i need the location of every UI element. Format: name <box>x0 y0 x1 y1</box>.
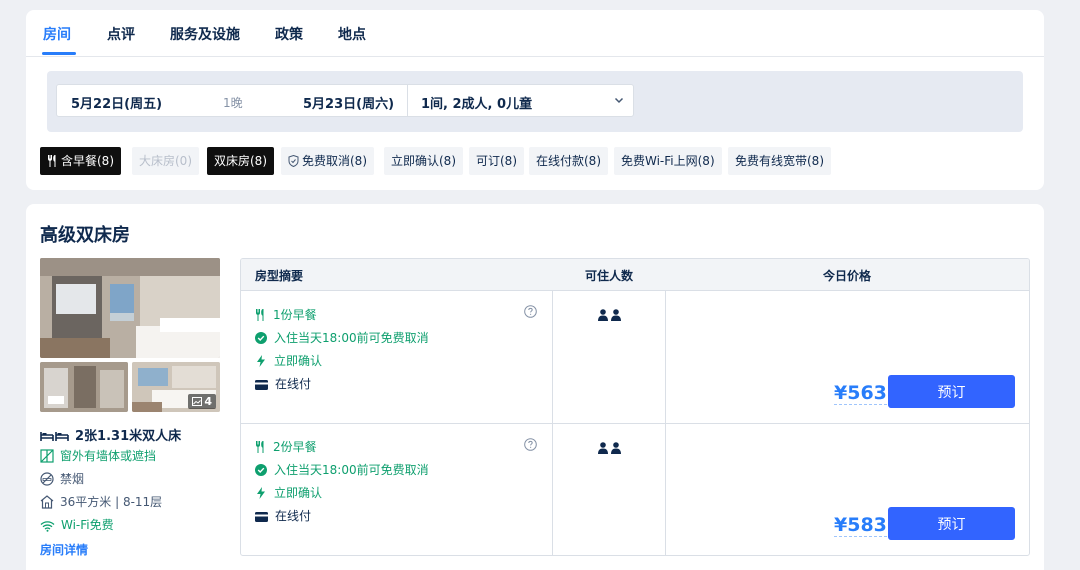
room-card: 高级双床房 4 2张1.31米双人床 窗外有墙体或遮挡 禁烟 36平方米 | 8… <box>26 204 1044 570</box>
cancel-policy: 入住当天18:00前可免费取消 <box>255 461 429 478</box>
room-photo-thumb[interactable]: 4 <box>132 362 220 412</box>
photo-count: 4 <box>204 395 212 408</box>
filter-free-broadband[interactable]: 免费有线宽带(8) <box>728 147 831 175</box>
filter-king-bed[interactable]: 大床房(0) <box>132 147 199 175</box>
checkout-date[interactable]: 5月23日(周六) <box>303 93 394 112</box>
rate-table-header: 房型摘要 可住人数 今日价格 <box>241 259 1029 291</box>
area-info: 36平方米 | 8-11层 <box>40 493 162 510</box>
divider <box>552 291 553 423</box>
book-button[interactable]: 预订 <box>888 375 1015 408</box>
payment-info: 在线付 <box>255 507 311 524</box>
header-summary: 房型摘要 <box>255 269 304 283</box>
filter-free-wifi[interactable]: 免费Wi-Fi上网(8) <box>614 147 722 175</box>
search-bar-area: 5月22日(周五) 1晚 5月23日(周六) 1间, 2成人, 0儿童 <box>47 71 1023 132</box>
bed-text: 2张1.31米双人床 <box>75 429 182 444</box>
utensils-icon <box>256 441 264 453</box>
chevron-down-icon[interactable] <box>613 94 625 106</box>
bed-info: 2张1.31米双人床 <box>40 425 181 444</box>
window-info: 窗外有墙体或遮挡 <box>40 447 156 464</box>
rate-row: 1份早餐 入住当天18:00前可免费取消 立即确认 在线付 ¥563 预订 <box>241 291 1029 423</box>
room-photo-thumb[interactable] <box>40 362 128 412</box>
filter-label: 免费取消(8) <box>302 154 367 168</box>
help-icon[interactable] <box>524 305 537 318</box>
breakfast-info: 2份早餐 <box>255 438 317 455</box>
check-circle-icon <box>255 464 267 476</box>
help-icon[interactable] <box>524 438 537 451</box>
shield-check-icon <box>288 154 299 168</box>
image-icon <box>192 397 203 406</box>
tab-location[interactable]: 地点 <box>338 24 366 44</box>
confirm-info: 立即确认 <box>255 484 322 501</box>
tab-bar: 房间 点评 服务及设施 政策 地点 <box>26 10 1044 57</box>
filter-breakfast[interactable]: 含早餐(8) <box>40 147 121 175</box>
room-price: ¥583 <box>834 514 887 537</box>
lightning-icon <box>257 487 265 499</box>
wifi-info: Wi-Fi免费 <box>40 516 114 533</box>
active-tab-indicator <box>42 52 76 55</box>
rate-table: 房型摘要 可住人数 今日价格 1份早餐 入住当天18:00前可免费取消 立即确认… <box>240 258 1030 556</box>
area-text: 36平方米 | 8-11层 <box>60 495 163 509</box>
tab-reviews[interactable]: 点评 <box>107 24 135 44</box>
filter-free-cancel[interactable]: 免费取消(8) <box>281 147 374 175</box>
payment-text: 在线付 <box>275 377 312 391</box>
cancel-policy: 入住当天18:00前可免费取消 <box>255 329 429 346</box>
photo-count-badge: 4 <box>188 394 216 409</box>
nights-count: 1晚 <box>223 96 243 110</box>
header-price: 今日价格 <box>823 269 872 283</box>
filter-twin-bed[interactable]: 双床房(8) <box>207 147 274 175</box>
divider <box>665 291 666 423</box>
utensils-icon <box>256 309 264 321</box>
smoking-info: 禁烟 <box>40 470 84 487</box>
room-title: 高级双床房 <box>40 225 130 246</box>
breakfast-text: 1份早餐 <box>273 308 317 322</box>
area-icon <box>40 495 54 509</box>
book-button[interactable]: 预订 <box>888 507 1015 540</box>
top-panel: 房间 点评 服务及设施 政策 地点 5月22日(周五) 1晚 5月23日(周六)… <box>26 10 1044 190</box>
breakfast-text: 2份早餐 <box>273 440 317 454</box>
credit-card-icon <box>255 380 268 390</box>
breakfast-info: 1份早餐 <box>255 306 317 323</box>
divider <box>552 424 553 555</box>
payment-info: 在线付 <box>255 375 311 392</box>
bathroom-photo-image <box>40 362 128 412</box>
divider <box>407 85 408 116</box>
room-price: ¥563 <box>834 382 887 405</box>
rate-row: 2份早餐 入住当天18:00前可免费取消 立即确认 在线付 ¥583 预订 <box>241 423 1029 555</box>
credit-card-icon <box>255 512 268 522</box>
search-box: 5月22日(周五) 1晚 5月23日(周六) 1间, 2成人, 0儿童 <box>56 84 634 117</box>
window-icon <box>40 449 54 463</box>
smoking-text: 禁烟 <box>60 472 85 486</box>
guests-selector[interactable]: 1间, 2成人, 0儿童 <box>421 93 532 112</box>
tab-policies[interactable]: 政策 <box>275 24 303 44</box>
two-guests-icon <box>598 309 621 321</box>
cancel-text: 入住当天18:00前可免费取消 <box>274 331 429 345</box>
room-photo-main[interactable] <box>40 258 220 358</box>
cancel-text: 入住当天18:00前可免费取消 <box>274 463 429 477</box>
room-photo-image <box>40 258 220 358</box>
wifi-text: Wi-Fi免费 <box>61 518 114 532</box>
divider <box>665 424 666 555</box>
check-circle-icon <box>255 332 267 344</box>
wifi-icon <box>40 521 55 532</box>
window-text: 窗外有墙体或遮挡 <box>60 449 157 463</box>
checkin-date[interactable]: 5月22日(周五) <box>71 93 162 112</box>
confirm-text: 立即确认 <box>274 354 323 368</box>
two-guests-icon <box>598 442 621 454</box>
filter-instant-confirm[interactable]: 立即确认(8) <box>384 147 463 175</box>
tab-rooms[interactable]: 房间 <box>43 24 71 44</box>
header-occupancy: 可住人数 <box>585 269 634 283</box>
confirm-text: 立即确认 <box>274 486 323 500</box>
tab-facilities[interactable]: 服务及设施 <box>170 24 240 44</box>
filter-label: 含早餐(8) <box>61 154 114 168</box>
utensils-icon <box>48 155 56 167</box>
filter-bookable[interactable]: 可订(8) <box>469 147 524 175</box>
payment-text: 在线付 <box>275 509 312 523</box>
confirm-info: 立即确认 <box>255 352 322 369</box>
room-details-link[interactable]: 房间详情 <box>40 541 88 558</box>
lightning-icon <box>257 355 265 367</box>
no-smoking-icon <box>40 472 54 486</box>
twin-bed-icon <box>40 432 69 441</box>
filter-pay-online[interactable]: 在线付款(8) <box>529 147 608 175</box>
